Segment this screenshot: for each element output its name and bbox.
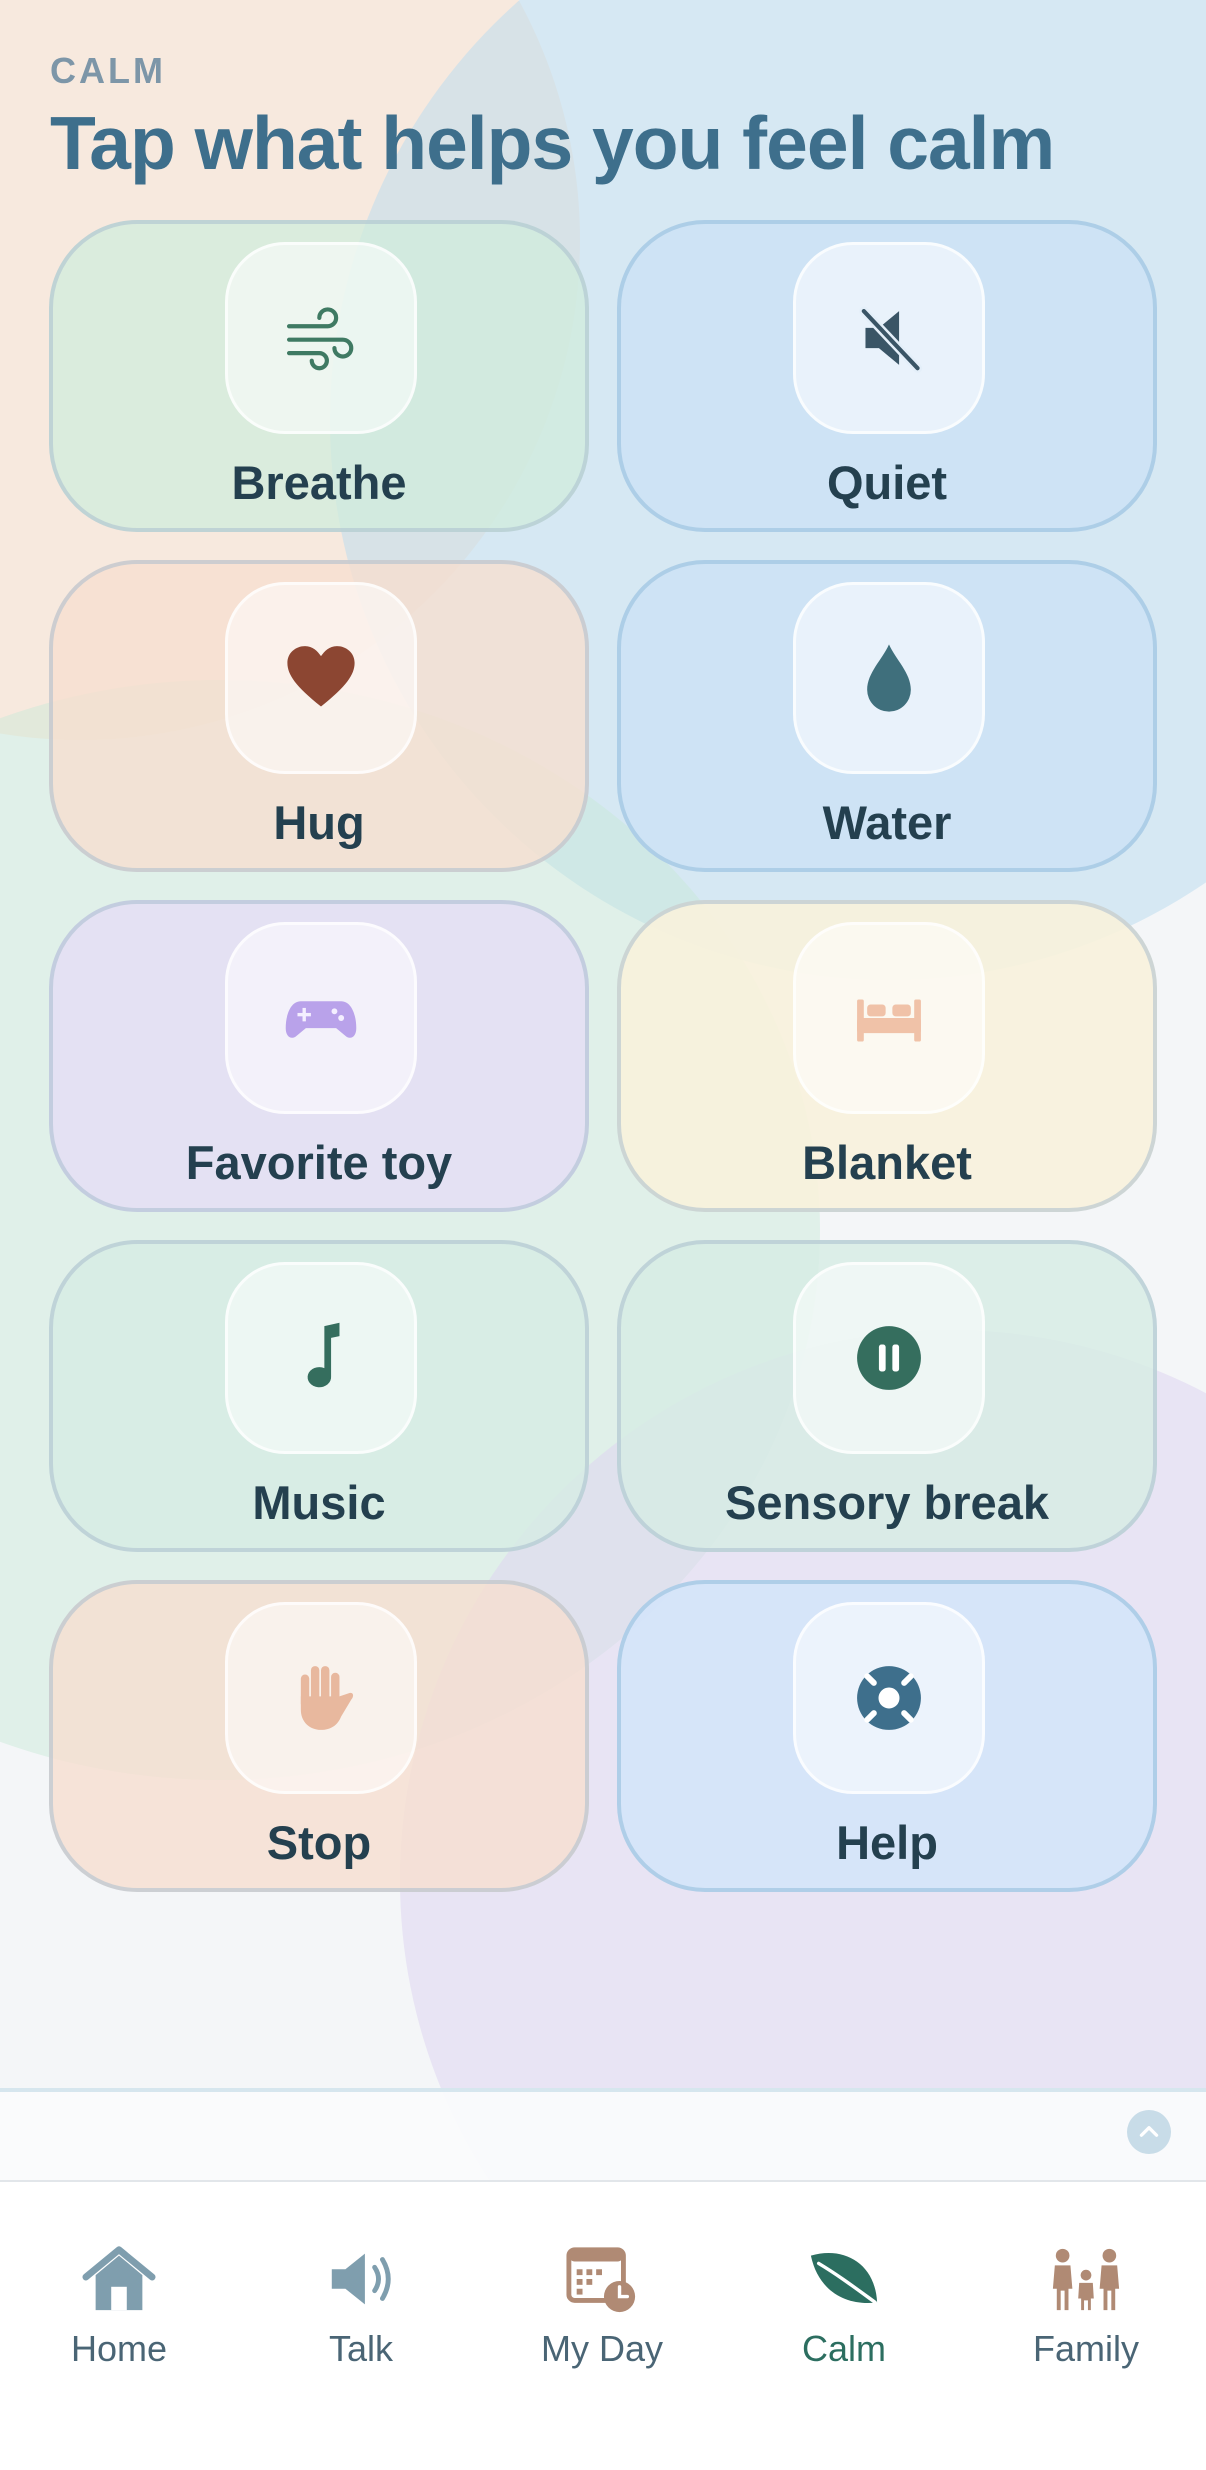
expand-button[interactable] [1127, 2110, 1171, 2154]
favorite-toy-tile [225, 922, 417, 1114]
quiet-tile [793, 242, 985, 434]
help-tile [793, 1602, 985, 1794]
calendar-clock-icon [566, 2247, 636, 2313]
nav-label-family: Family [1033, 2328, 1139, 2369]
chevron-up-icon [1139, 2126, 1159, 2137]
speaker-icon [331, 2253, 391, 2305]
hand-icon [300, 1666, 354, 1730]
sensory-break-label: Sensory break [725, 1476, 1049, 1529]
blanket-label: Blanket [802, 1136, 972, 1189]
help-card[interactable]: Help [617, 1580, 1157, 1892]
nav-item-talk[interactable]: Talk [261, 2242, 461, 2370]
nav-label-talk: Talk [328, 2328, 394, 2369]
page-title: Tap what helps you feel calm [50, 101, 1055, 185]
quiet-label: Quiet [826, 456, 948, 509]
music-label: Music [252, 1476, 386, 1529]
stop-card[interactable]: Stop [49, 1580, 589, 1892]
gamepad-icon [285, 1001, 357, 1038]
music-card[interactable]: Music [49, 1240, 589, 1552]
family-icon [1052, 2248, 1120, 2311]
stop-label: Stop [266, 1816, 372, 1869]
bottom-nav: Home Talk My Day Calm Family [0, 2182, 1206, 2470]
nav-item-family[interactable]: Family [986, 2242, 1186, 2370]
page-header: CALM Tap what helps you feel calm [50, 50, 1055, 186]
breathe-card[interactable]: Breathe [49, 220, 589, 532]
favorite-toy-label: Favorite toy [185, 1136, 453, 1189]
blanket-tile [793, 922, 985, 1114]
nav-label-calm: Calm [801, 2328, 886, 2369]
calm-options-grid: Breathe Quiet Hug Water Favorite toy Bla… [49, 220, 1157, 1892]
quiet-card[interactable]: Quiet [617, 220, 1157, 532]
expand-tray [0, 2088, 1206, 2182]
hug-label: Hug [273, 796, 365, 849]
breathe-tile [225, 242, 417, 434]
sensory-break-card[interactable]: Sensory break [617, 1240, 1157, 1552]
sensory-break-tile [793, 1262, 985, 1454]
music-note-icon [307, 1322, 340, 1388]
nav-item-home[interactable]: Home [19, 2242, 219, 2370]
heart-icon [287, 646, 355, 707]
bed-icon [857, 999, 921, 1042]
section-eyebrow: CALM [50, 50, 166, 91]
water-drop-icon [867, 644, 911, 712]
lifebuoy-icon [857, 1666, 921, 1730]
stop-tile [225, 1602, 417, 1794]
favorite-toy-card[interactable]: Favorite toy [49, 900, 589, 1212]
water-card[interactable]: Water [617, 560, 1157, 872]
nav-label-home: Home [70, 2328, 168, 2369]
music-tile [225, 1262, 417, 1454]
water-tile [793, 582, 985, 774]
wind-icon [286, 307, 354, 371]
water-label: Water [822, 796, 952, 849]
help-label: Help [836, 1816, 938, 1869]
mute-icon [859, 306, 923, 373]
blanket-card[interactable]: Blanket [617, 900, 1157, 1212]
pause-icon [857, 1326, 921, 1390]
home-icon [82, 2246, 156, 2311]
hug-card[interactable]: Hug [49, 560, 589, 872]
nav-item-calm[interactable]: Calm [744, 2242, 944, 2370]
leaf-icon [810, 2252, 878, 2305]
hug-tile [225, 582, 417, 774]
nav-label-my-day: My Day [540, 2328, 663, 2369]
nav-item-my-day[interactable]: My Day [502, 2242, 702, 2370]
breathe-label: Breathe [231, 456, 407, 509]
